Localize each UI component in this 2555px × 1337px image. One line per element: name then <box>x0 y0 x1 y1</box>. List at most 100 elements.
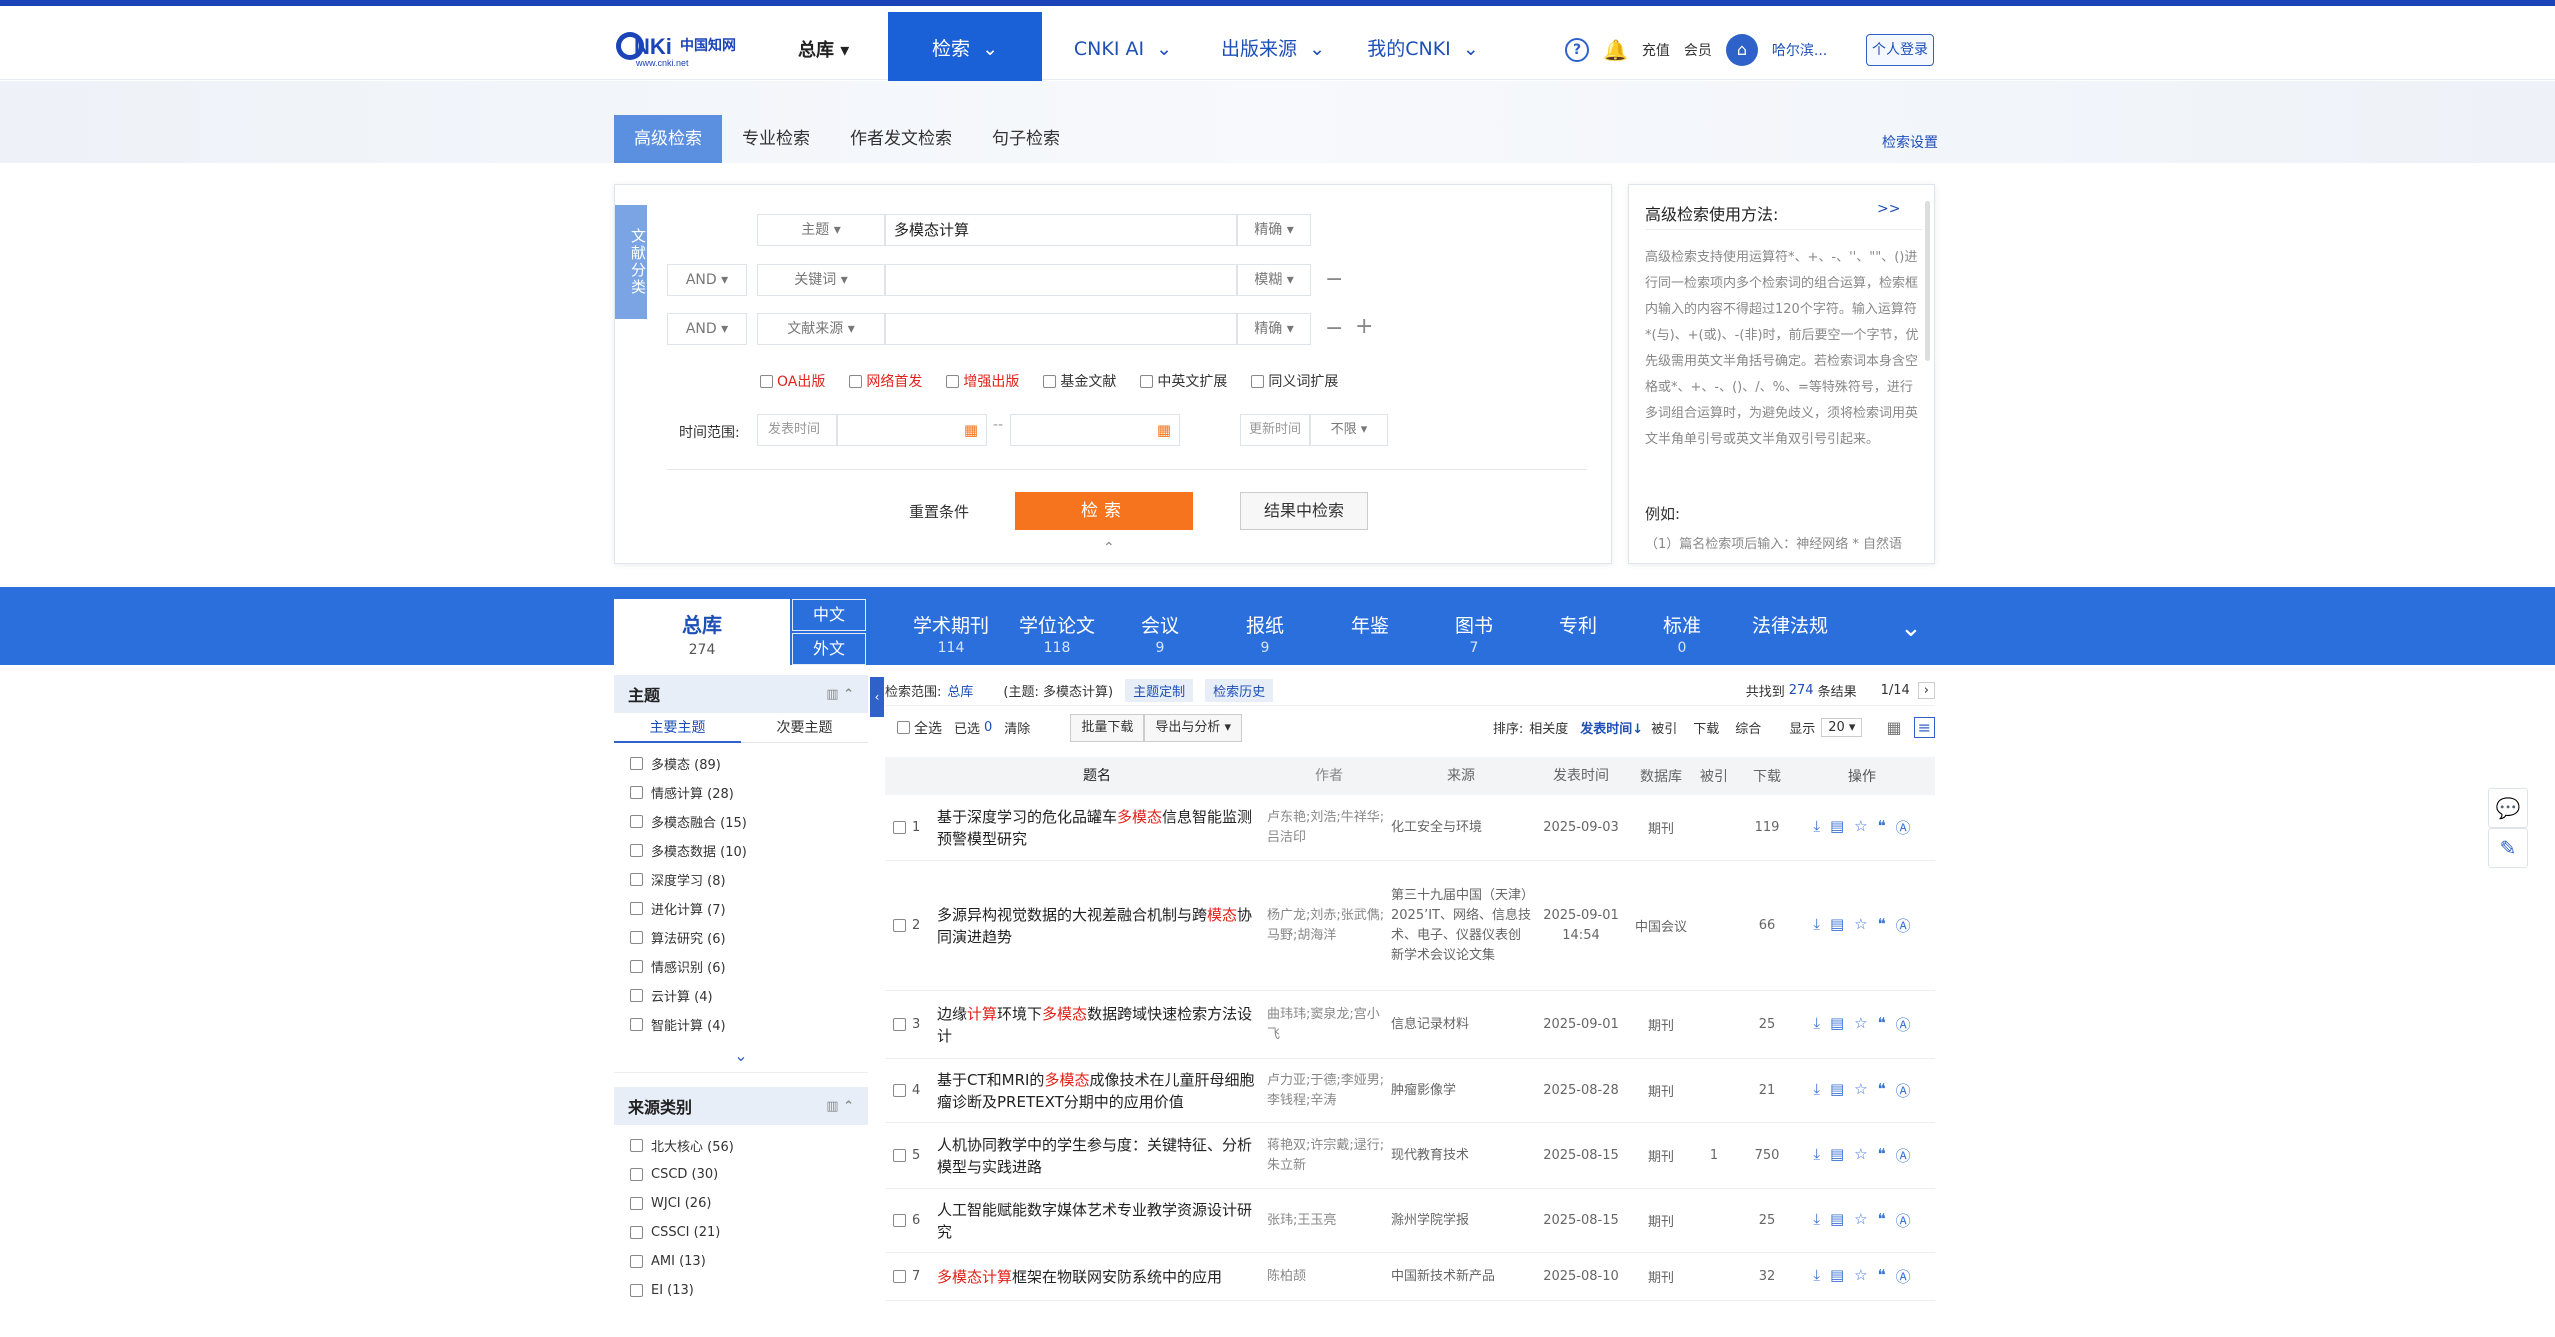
favorite-icon[interactable]: ☆ <box>1854 1080 1867 1101</box>
nav-cnki-ai[interactable]: CNKI AI ⌄ <box>1058 12 1188 86</box>
update-range-select[interactable]: 不限 ▾ <box>1310 414 1388 446</box>
read-icon[interactable]: ▤ <box>1830 1145 1844 1166</box>
row-checkbox[interactable]: 2 <box>885 918 937 933</box>
search-history-button[interactable]: 检索历史 <box>1205 678 1274 702</box>
tab-author-search[interactable]: 作者发文检索 <box>830 115 972 163</box>
db-tab-yearbook[interactable]: 年鉴 <box>1326 587 1414 665</box>
search-in-results-button[interactable]: 结果中检索 <box>1240 492 1368 530</box>
edit-icon[interactable]: ✎ <box>2488 828 2528 868</box>
date-from-input[interactable]: ▦ <box>837 414 987 446</box>
scope-value[interactable]: 总库 <box>947 681 973 700</box>
sort-cited[interactable]: 被引 <box>1651 718 1677 737</box>
favorite-icon[interactable]: ☆ <box>1854 1210 1867 1231</box>
ai-icon[interactable]: Ⓐ <box>1896 1145 1911 1166</box>
doc-classification-tab[interactable]: 文献分类 <box>615 205 647 319</box>
next-page-icon[interactable]: › <box>1917 681 1935 699</box>
field-select-3[interactable]: 文献来源 ▾ <box>757 313 885 345</box>
favorite-icon[interactable]: ☆ <box>1854 817 1867 838</box>
result-author[interactable]: 陈柏颉 <box>1267 1267 1391 1287</box>
facet-topic-header[interactable]: 主题 ▥ ⌃ <box>614 675 868 713</box>
result-source[interactable]: 化工安全与环境 <box>1391 818 1531 838</box>
download-icon[interactable]: ⤓ <box>1813 915 1820 936</box>
db-tab-patent[interactable]: 专利 <box>1534 587 1622 665</box>
batch-download-button[interactable]: 批量下载 <box>1070 713 1145 742</box>
db-select[interactable]: 总库 ▾ <box>798 36 849 62</box>
field-select-1[interactable]: 主题 ▾ <box>757 214 885 246</box>
facet-item[interactable]: CSSCI (21) <box>614 1218 868 1247</box>
quote-icon[interactable]: ❝ <box>1878 1080 1886 1101</box>
db-tab-conference[interactable]: 会议 9 <box>1116 587 1204 665</box>
read-icon[interactable]: ▤ <box>1830 915 1844 936</box>
help-scrollbar[interactable] <box>1925 201 1930 361</box>
facet-item[interactable]: 进化计算 (7) <box>614 894 868 923</box>
expand-db-icon[interactable]: ⌄ <box>1900 613 1922 643</box>
facet-item[interactable]: AMI (13) <box>614 1247 868 1276</box>
facet-chart-icon[interactable]: ▥ ⌃ <box>826 687 854 702</box>
quote-icon[interactable]: ❝ <box>1878 1266 1886 1287</box>
match-select-3[interactable]: 精确 ▾ <box>1237 313 1311 345</box>
result-source[interactable]: 现代教育技术 <box>1391 1146 1531 1166</box>
tab-professional-search[interactable]: 专业检索 <box>722 115 830 163</box>
db-tab-book[interactable]: 图书 7 <box>1430 587 1518 665</box>
facet-item[interactable]: 智能计算 (4) <box>614 1010 868 1039</box>
grid-view-icon[interactable]: ▦ <box>1886 718 1901 737</box>
recharge-link[interactable]: 充值 <box>1642 40 1670 60</box>
check-online-first[interactable]: 网络首发 <box>849 371 922 391</box>
db-tab-chinese[interactable]: 中文 <box>792 599 866 631</box>
quote-icon[interactable]: ❝ <box>1878 817 1886 838</box>
db-tab-foreign[interactable]: 外文 <box>792 633 866 665</box>
institution-avatar-icon[interactable]: ⌂ <box>1725 34 1758 66</box>
result-title[interactable]: 多源异构视觉数据的大视差融合机制与跨模态协同演进趋势 <box>937 904 1267 948</box>
facet-item[interactable]: CSCD (30) <box>614 1160 868 1189</box>
facet-item[interactable]: EI (13) <box>614 1276 868 1305</box>
favorite-icon[interactable]: ☆ <box>1854 1014 1867 1035</box>
facet-chart-icon[interactable]: ▥ ⌃ <box>826 1099 854 1114</box>
search-button[interactable]: 检索 <box>1015 492 1193 530</box>
feedback-icon[interactable]: 💬 <box>2488 788 2528 828</box>
search-settings-link[interactable]: 检索设置 <box>1882 132 1938 152</box>
read-icon[interactable]: ▤ <box>1830 817 1844 838</box>
read-icon[interactable]: ▤ <box>1830 1210 1844 1231</box>
result-author[interactable]: 曲玮玮;窦泉龙;宫小飞 <box>1267 1005 1391 1045</box>
page-size-select[interactable]: 20 ▾ <box>1821 718 1863 737</box>
row-checkbox[interactable]: 3 <box>885 1017 937 1032</box>
read-icon[interactable]: ▤ <box>1830 1014 1844 1035</box>
ai-icon[interactable]: Ⓐ <box>1896 1266 1911 1287</box>
add-row-icon[interactable]: + <box>1355 314 1373 339</box>
read-icon[interactable]: ▤ <box>1830 1080 1844 1101</box>
result-source[interactable]: 第三十九届中国（天津）2025’IT、网络、信息技术、电子、仪器仪表创新学术会议… <box>1391 886 1531 966</box>
check-synonym-expand[interactable]: 同义词扩展 <box>1251 371 1338 391</box>
reset-button[interactable]: 重置条件 <box>909 501 969 522</box>
list-view-icon[interactable]: ≡ <box>1913 717 1935 738</box>
pub-time-select[interactable]: 发表时间 <box>757 414 837 446</box>
result-source[interactable]: 滁州学院学报 <box>1391 1211 1531 1231</box>
ai-icon[interactable]: Ⓐ <box>1896 1210 1911 1231</box>
cnki-logo[interactable]: NKi 中国知网 www.cnki.net <box>614 26 754 70</box>
ai-icon[interactable]: Ⓐ <box>1896 1080 1911 1101</box>
row-checkbox[interactable]: 5 <box>885 1148 937 1163</box>
row-checkbox[interactable]: 4 <box>885 1083 937 1098</box>
facet-item[interactable]: 情感计算 (28) <box>614 778 868 807</box>
username-label[interactable]: 哈尔滨... <box>1772 40 1827 60</box>
bell-icon[interactable]: 🔔 <box>1603 38 1628 62</box>
update-time-select[interactable]: 更新时间 <box>1240 414 1310 446</box>
nav-publish-source[interactable]: 出版来源 ⌄ <box>1208 12 1338 86</box>
quote-icon[interactable]: ❝ <box>1878 1145 1886 1166</box>
tab-advanced-search[interactable]: 高级检索 <box>614 115 722 163</box>
match-select-1[interactable]: 精确 ▾ <box>1237 214 1311 246</box>
row-checkbox[interactable]: 7 <box>885 1269 937 1284</box>
result-title[interactable]: 基于深度学习的危化品罐车多模态信息智能监测预警模型研究 <box>937 806 1267 850</box>
result-title[interactable]: 多模态计算框架在物联网安防系统中的应用 <box>937 1266 1267 1288</box>
result-author[interactable]: 卢东艳;刘浩;牛祥华;吕洁印 <box>1267 808 1391 848</box>
remove-row-icon[interactable]: − <box>1325 267 1343 292</box>
facet-item[interactable]: 深度学习 (8) <box>614 865 868 894</box>
clear-button[interactable]: 清除 <box>1004 718 1030 737</box>
facet-expand-icon[interactable]: ⌄ <box>614 1039 868 1073</box>
result-title[interactable]: 人工智能赋能数字媒体艺术专业教学资源设计研究 <box>937 1199 1267 1243</box>
tab-main-topic[interactable]: 主要主题 <box>614 713 741 743</box>
collapse-sidebar-icon[interactable]: ‹ <box>870 677 884 717</box>
facet-item[interactable]: 算法研究 (6) <box>614 923 868 952</box>
check-oa[interactable]: OA出版 <box>760 371 825 391</box>
field-select-2[interactable]: 关键词 ▾ <box>757 264 885 296</box>
export-button[interactable]: 导出与分析 ▾ <box>1144 713 1243 742</box>
